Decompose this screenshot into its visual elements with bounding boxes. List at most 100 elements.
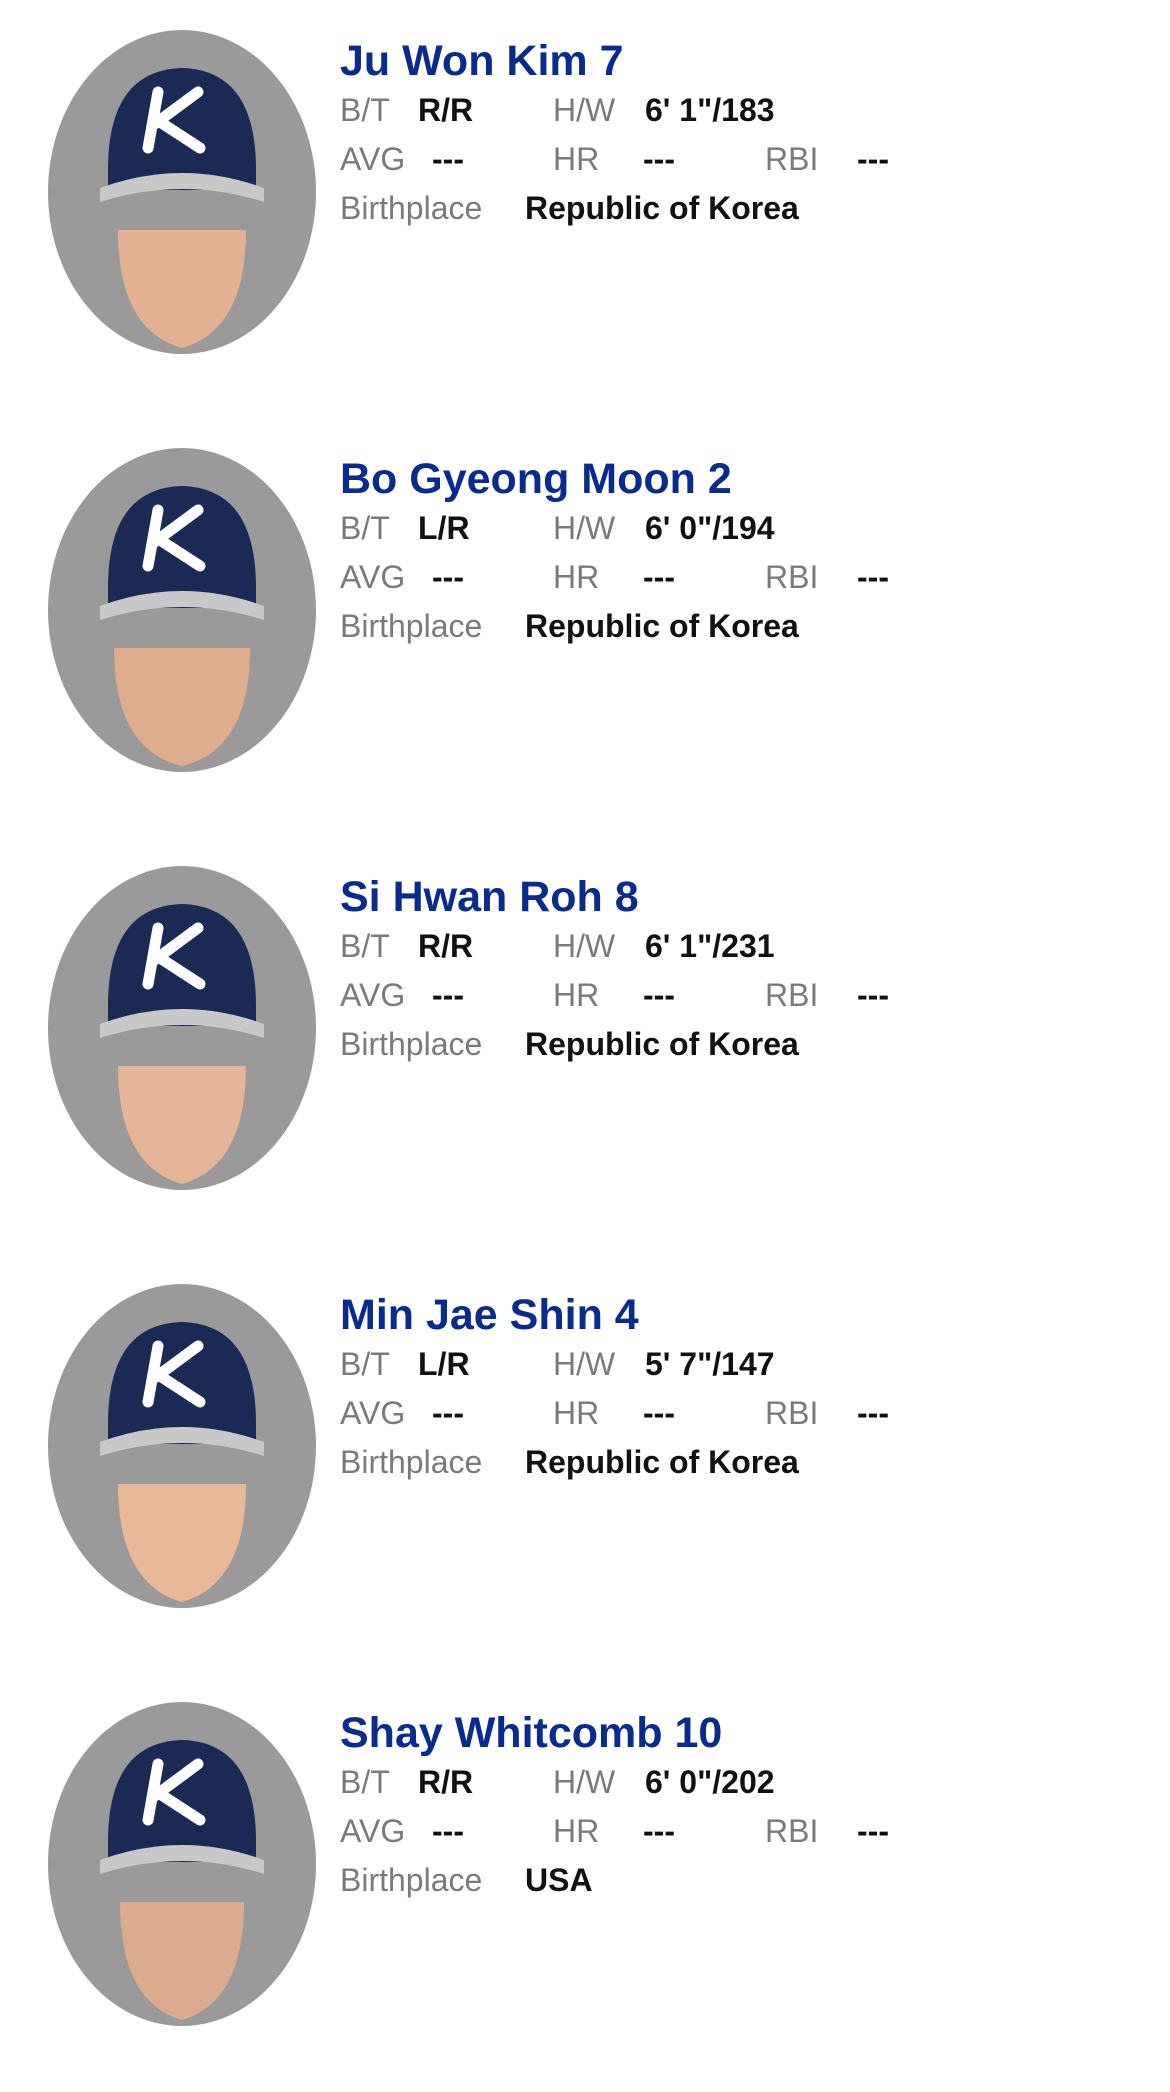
- hw-value: 6' 1"/183: [645, 92, 775, 128]
- birthplace-row: Birthplace Republic of Korea: [340, 602, 1140, 651]
- hr-value: ---: [643, 141, 675, 177]
- birthplace-label: Birthplace: [340, 1444, 483, 1480]
- birthplace-row: Birthplace Republic of Korea: [340, 1438, 1140, 1487]
- bt-label: B/T: [340, 510, 390, 546]
- bt-hw-row: B/T L/R H/W 6' 0"/194: [340, 504, 1140, 553]
- stats-row: AVG --- HR --- RBI ---: [340, 553, 1140, 602]
- stats-row: AVG --- HR --- RBI ---: [340, 1389, 1140, 1438]
- rbi-label: RBI: [765, 141, 819, 177]
- hw-label: H/W: [553, 1346, 616, 1382]
- headshot-portrait: [48, 866, 316, 1190]
- rbi-value: ---: [857, 1395, 889, 1431]
- hr-value: ---: [643, 977, 675, 1013]
- bt-value: L/R: [418, 510, 470, 546]
- avg-label: AVG: [340, 559, 406, 595]
- player-name-link[interactable]: Si Hwan Roh 8: [340, 872, 1140, 922]
- avg-label: AVG: [340, 1395, 406, 1431]
- headshot-portrait: [48, 448, 316, 772]
- player-headshot[interactable]: [48, 1702, 316, 2027]
- birthplace-value: Republic of Korea: [525, 608, 799, 644]
- avg-value: ---: [432, 141, 464, 177]
- bt-value: L/R: [418, 1346, 470, 1382]
- birthplace-label: Birthplace: [340, 608, 483, 644]
- headshot-portrait: [48, 30, 316, 354]
- avg-label: AVG: [340, 141, 406, 177]
- player-roster: Ju Won Kim 7 B/T R/R H/W 6' 1"/183 AVG -…: [0, 0, 1170, 2057]
- bt-hw-row: B/T R/R H/W 6' 0"/202: [340, 1758, 1140, 1807]
- bt-label: B/T: [340, 928, 390, 964]
- avg-label: AVG: [340, 977, 406, 1013]
- player-card: Bo Gyeong Moon 2 B/T L/R H/W 6' 0"/194 A…: [0, 418, 1170, 838]
- hr-label: HR: [553, 1813, 600, 1849]
- birthplace-value: USA: [525, 1862, 593, 1898]
- rbi-label: RBI: [765, 1813, 819, 1849]
- avg-value: ---: [432, 1813, 464, 1849]
- rbi-value: ---: [857, 141, 889, 177]
- birthplace-row: Birthplace Republic of Korea: [340, 184, 1140, 233]
- birthplace-value: Republic of Korea: [525, 1444, 799, 1480]
- hw-label: H/W: [553, 510, 616, 546]
- birthplace-label: Birthplace: [340, 190, 483, 226]
- player-card: Ju Won Kim 7 B/T R/R H/W 6' 1"/183 AVG -…: [0, 0, 1170, 420]
- bt-hw-row: B/T R/R H/W 6' 1"/183: [340, 86, 1140, 135]
- rbi-label: RBI: [765, 977, 819, 1013]
- player-card: Min Jae Shin 4 B/T L/R H/W 5' 7"/147 AVG…: [0, 1254, 1170, 1674]
- player-name-link[interactable]: Min Jae Shin 4: [340, 1290, 1140, 1340]
- hr-value: ---: [643, 1813, 675, 1849]
- hr-label: HR: [553, 559, 600, 595]
- bt-value: R/R: [418, 928, 474, 964]
- hw-value: 6' 1"/231: [645, 928, 775, 964]
- avg-value: ---: [432, 559, 464, 595]
- player-info: Min Jae Shin 4 B/T L/R H/W 5' 7"/147 AVG…: [340, 1290, 1140, 1487]
- hw-value: 6' 0"/194: [645, 510, 775, 546]
- rbi-label: RBI: [765, 1395, 819, 1431]
- birthplace-value: Republic of Korea: [525, 1026, 799, 1062]
- avg-value: ---: [432, 1395, 464, 1431]
- headshot-portrait: [48, 1284, 316, 1608]
- rbi-value: ---: [857, 1813, 889, 1849]
- birthplace-row: Birthplace USA: [340, 1856, 1140, 1905]
- hw-value: 6' 0"/202: [645, 1764, 775, 1800]
- player-info: Si Hwan Roh 8 B/T R/R H/W 6' 1"/231 AVG …: [340, 872, 1140, 1069]
- hr-label: HR: [553, 977, 600, 1013]
- birthplace-label: Birthplace: [340, 1026, 483, 1062]
- hr-label: HR: [553, 1395, 600, 1431]
- stats-row: AVG --- HR --- RBI ---: [340, 1807, 1140, 1856]
- avg-value: ---: [432, 977, 464, 1013]
- bt-value: R/R: [418, 1764, 474, 1800]
- birthplace-row: Birthplace Republic of Korea: [340, 1020, 1140, 1069]
- player-headshot[interactable]: [48, 30, 316, 355]
- player-info: Ju Won Kim 7 B/T R/R H/W 6' 1"/183 AVG -…: [340, 36, 1140, 233]
- hr-value: ---: [643, 559, 675, 595]
- birthplace-value: Republic of Korea: [525, 190, 799, 226]
- player-name-link[interactable]: Bo Gyeong Moon 2: [340, 454, 1140, 504]
- player-name-link[interactable]: Ju Won Kim 7: [340, 36, 1140, 86]
- player-headshot[interactable]: [48, 448, 316, 773]
- player-card: Si Hwan Roh 8 B/T R/R H/W 6' 1"/231 AVG …: [0, 836, 1170, 1256]
- stats-row: AVG --- HR --- RBI ---: [340, 135, 1140, 184]
- player-info: Bo Gyeong Moon 2 B/T L/R H/W 6' 0"/194 A…: [340, 454, 1140, 651]
- player-name-link[interactable]: Shay Whitcomb 10: [340, 1708, 1140, 1758]
- player-headshot[interactable]: [48, 866, 316, 1191]
- hw-label: H/W: [553, 92, 616, 128]
- hr-value: ---: [643, 1395, 675, 1431]
- birthplace-label: Birthplace: [340, 1862, 483, 1898]
- bt-label: B/T: [340, 1764, 390, 1800]
- hw-label: H/W: [553, 1764, 616, 1800]
- bt-label: B/T: [340, 1346, 390, 1382]
- hw-value: 5' 7"/147: [645, 1346, 775, 1382]
- bt-label: B/T: [340, 92, 390, 128]
- headshot-portrait: [48, 1702, 316, 2026]
- hw-label: H/W: [553, 928, 616, 964]
- player-card: Shay Whitcomb 10 B/T R/R H/W 6' 0"/202 A…: [0, 1672, 1170, 2092]
- player-info: Shay Whitcomb 10 B/T R/R H/W 6' 0"/202 A…: [340, 1708, 1140, 1905]
- stats-row: AVG --- HR --- RBI ---: [340, 971, 1140, 1020]
- bt-hw-row: B/T R/R H/W 6' 1"/231: [340, 922, 1140, 971]
- rbi-value: ---: [857, 559, 889, 595]
- bt-value: R/R: [418, 92, 474, 128]
- bt-hw-row: B/T L/R H/W 5' 7"/147: [340, 1340, 1140, 1389]
- avg-label: AVG: [340, 1813, 406, 1849]
- player-headshot[interactable]: [48, 1284, 316, 1609]
- rbi-value: ---: [857, 977, 889, 1013]
- rbi-label: RBI: [765, 559, 819, 595]
